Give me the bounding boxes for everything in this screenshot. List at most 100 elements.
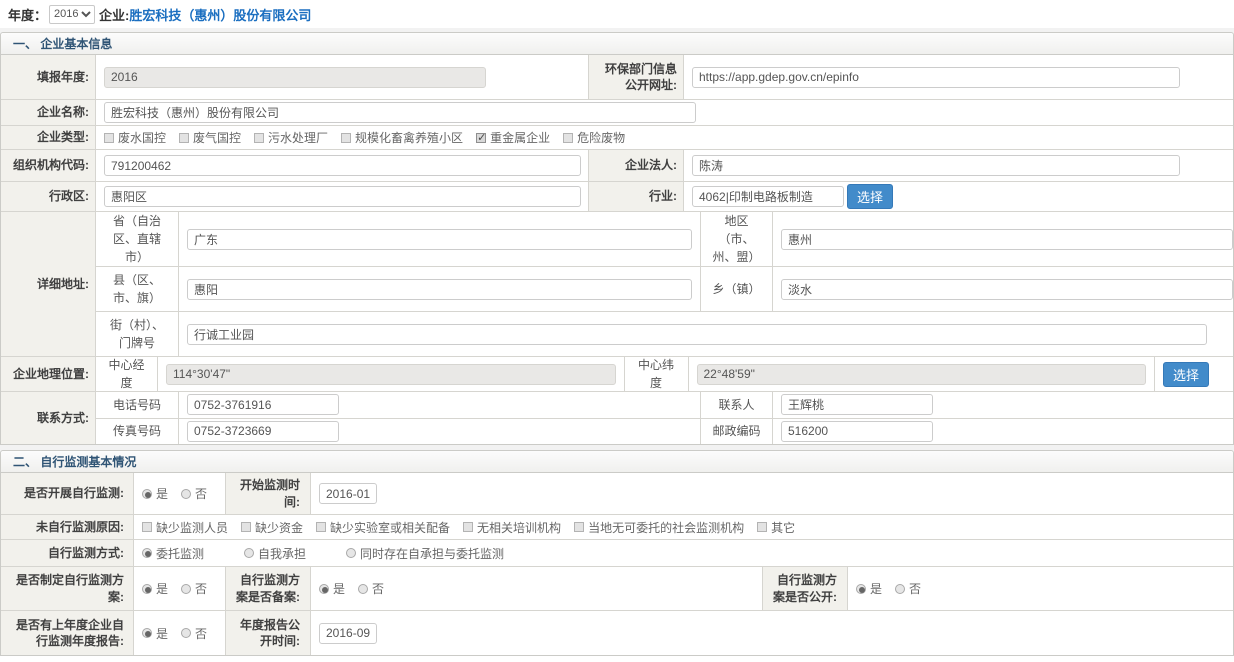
checkbox-icon[interactable] bbox=[316, 522, 326, 532]
industry-label: 行业: bbox=[589, 182, 684, 211]
radio-icon[interactable] bbox=[244, 548, 254, 558]
street-input[interactable] bbox=[187, 324, 1207, 345]
latitude-input bbox=[697, 364, 1147, 385]
plan-public-cell: 是 否 bbox=[848, 567, 1233, 610]
radio-icon[interactable] bbox=[346, 548, 356, 558]
start-time-cell bbox=[311, 473, 1233, 514]
reason-option-no-agency[interactable]: 当地无可委托的社会监测机构 bbox=[574, 519, 744, 536]
plan-no-option[interactable]: 否 bbox=[181, 580, 207, 597]
annual-time-cell bbox=[311, 611, 1233, 655]
checkbox-icon[interactable] bbox=[463, 522, 473, 532]
record-yes-option[interactable]: 是 bbox=[319, 580, 345, 597]
checkbox-icon[interactable] bbox=[254, 133, 264, 143]
province-label: 省（自治区、直辖市） bbox=[96, 212, 179, 266]
county-label: 县（区、市、旗） bbox=[96, 267, 179, 311]
org-code-input[interactable] bbox=[104, 155, 581, 176]
checkbox-icon[interactable] bbox=[563, 133, 573, 143]
type-option-heavy-metal[interactable]: 重金属企业 bbox=[476, 129, 550, 146]
type-option-livestock[interactable]: 规模化畜禽养殖小区 bbox=[341, 129, 463, 146]
report-year-label: 填报年度: bbox=[1, 55, 96, 99]
env-url-input[interactable] bbox=[692, 67, 1180, 88]
reason-option-no-lab[interactable]: 缺少实验室或相关配备 bbox=[316, 519, 450, 536]
checkbox-icon[interactable] bbox=[142, 522, 152, 532]
radio-icon[interactable] bbox=[181, 489, 191, 499]
radio-icon[interactable] bbox=[358, 584, 368, 594]
env-url-label: 环保部门信息公开网址: bbox=[589, 55, 684, 99]
org-code-label: 组织机构代码: bbox=[1, 150, 96, 181]
legal-person-input[interactable] bbox=[692, 155, 1180, 176]
checkbox-icon[interactable] bbox=[574, 522, 584, 532]
fax-cell bbox=[179, 419, 701, 445]
public-yes-option[interactable]: 是 bbox=[856, 580, 882, 597]
latitude-label: 中心纬度 bbox=[625, 357, 689, 391]
type-option-sewage-plant[interactable]: 污水处理厂 bbox=[254, 129, 328, 146]
company-name-input[interactable] bbox=[104, 102, 696, 123]
checkbox-icon[interactable] bbox=[757, 522, 767, 532]
record-no-option[interactable]: 否 bbox=[358, 580, 384, 597]
city-input[interactable] bbox=[781, 229, 1233, 250]
contact-person-input[interactable] bbox=[781, 394, 933, 415]
section-basic-info: 一、 企业基本信息 填报年度: 环保部门信息公开网址: 企业名称: 企业类型: … bbox=[0, 32, 1234, 445]
start-time-input[interactable] bbox=[319, 483, 377, 504]
radio-checked-icon[interactable] bbox=[142, 548, 152, 558]
checkbox-icon[interactable] bbox=[104, 133, 114, 143]
province-input[interactable] bbox=[187, 229, 692, 250]
longitude-input bbox=[166, 364, 616, 385]
env-url-cell bbox=[684, 55, 1233, 99]
radio-icon[interactable] bbox=[181, 584, 191, 594]
latitude-cell bbox=[689, 357, 1156, 391]
checkbox-icon[interactable] bbox=[179, 133, 189, 143]
radio-checked-icon[interactable] bbox=[856, 584, 866, 594]
reason-option-other[interactable]: 其它 bbox=[757, 519, 795, 536]
type-option-wastewater[interactable]: 废水国控 bbox=[104, 129, 166, 146]
reason-option-no-training[interactable]: 无相关培训机构 bbox=[463, 519, 561, 536]
radio-checked-icon[interactable] bbox=[142, 584, 152, 594]
checkbox-icon[interactable] bbox=[341, 133, 351, 143]
type-option-wastegas[interactable]: 废气国控 bbox=[179, 129, 241, 146]
checkbox-checked-icon[interactable] bbox=[476, 133, 486, 143]
checkbox-icon[interactable] bbox=[241, 522, 251, 532]
plan-public-label: 自行监测方案是否公开: bbox=[763, 567, 848, 610]
industry-select-button[interactable]: 选择 bbox=[847, 184, 893, 209]
county-cell bbox=[179, 267, 701, 311]
annual-time-input[interactable] bbox=[319, 623, 377, 644]
public-no-option[interactable]: 否 bbox=[895, 580, 921, 597]
method-option-self[interactable]: 自我承担 bbox=[244, 545, 306, 562]
phone-input[interactable] bbox=[187, 394, 339, 415]
year-select[interactable]: 2016 bbox=[49, 5, 95, 24]
type-option-hazardous-waste[interactable]: 危险废物 bbox=[563, 129, 625, 146]
town-cell bbox=[773, 267, 1233, 311]
section-self-monitoring: 二、 自行监测基本情况 是否开展自行监测: 是 否 开始监测时间: 未自行监测原… bbox=[0, 450, 1234, 656]
longitude-label: 中心经度 bbox=[96, 357, 158, 391]
zip-input[interactable] bbox=[781, 421, 933, 442]
radio-checked-icon[interactable] bbox=[142, 489, 152, 499]
conduct-cell: 是 否 bbox=[134, 473, 226, 514]
report-year-cell bbox=[96, 55, 589, 99]
contact-person-cell bbox=[773, 392, 1233, 418]
fax-input[interactable] bbox=[187, 421, 339, 442]
reason-option-no-fund[interactable]: 缺少资金 bbox=[241, 519, 303, 536]
radio-checked-icon[interactable] bbox=[142, 628, 152, 638]
conduct-no-option[interactable]: 否 bbox=[181, 485, 207, 502]
radio-icon[interactable] bbox=[181, 628, 191, 638]
method-option-both[interactable]: 同时存在自承担与委托监测 bbox=[346, 545, 504, 562]
plan-yes-option[interactable]: 是 bbox=[142, 580, 168, 597]
radio-icon[interactable] bbox=[895, 584, 905, 594]
conduct-yes-option[interactable]: 是 bbox=[142, 485, 168, 502]
town-input[interactable] bbox=[781, 279, 1233, 300]
section2-title: 二、 自行监测基本情况 bbox=[1, 451, 1233, 473]
company-name-cell bbox=[96, 100, 1233, 125]
geo-select-button[interactable]: 选择 bbox=[1163, 362, 1209, 387]
annual-yes-option[interactable]: 是 bbox=[142, 625, 168, 642]
industry-input[interactable] bbox=[692, 186, 844, 207]
district-input[interactable] bbox=[104, 186, 581, 207]
county-input[interactable] bbox=[187, 279, 692, 300]
geo-label: 企业地理位置: bbox=[1, 357, 96, 391]
reason-option-no-staff[interactable]: 缺少监测人员 bbox=[142, 519, 228, 536]
annual-no-option[interactable]: 否 bbox=[181, 625, 207, 642]
contact-person-label: 联系人 bbox=[701, 392, 773, 418]
radio-checked-icon[interactable] bbox=[319, 584, 329, 594]
contact-label: 联系方式: bbox=[1, 392, 96, 444]
report-year-input bbox=[104, 67, 486, 88]
method-option-entrust[interactable]: 委托监测 bbox=[142, 545, 204, 562]
